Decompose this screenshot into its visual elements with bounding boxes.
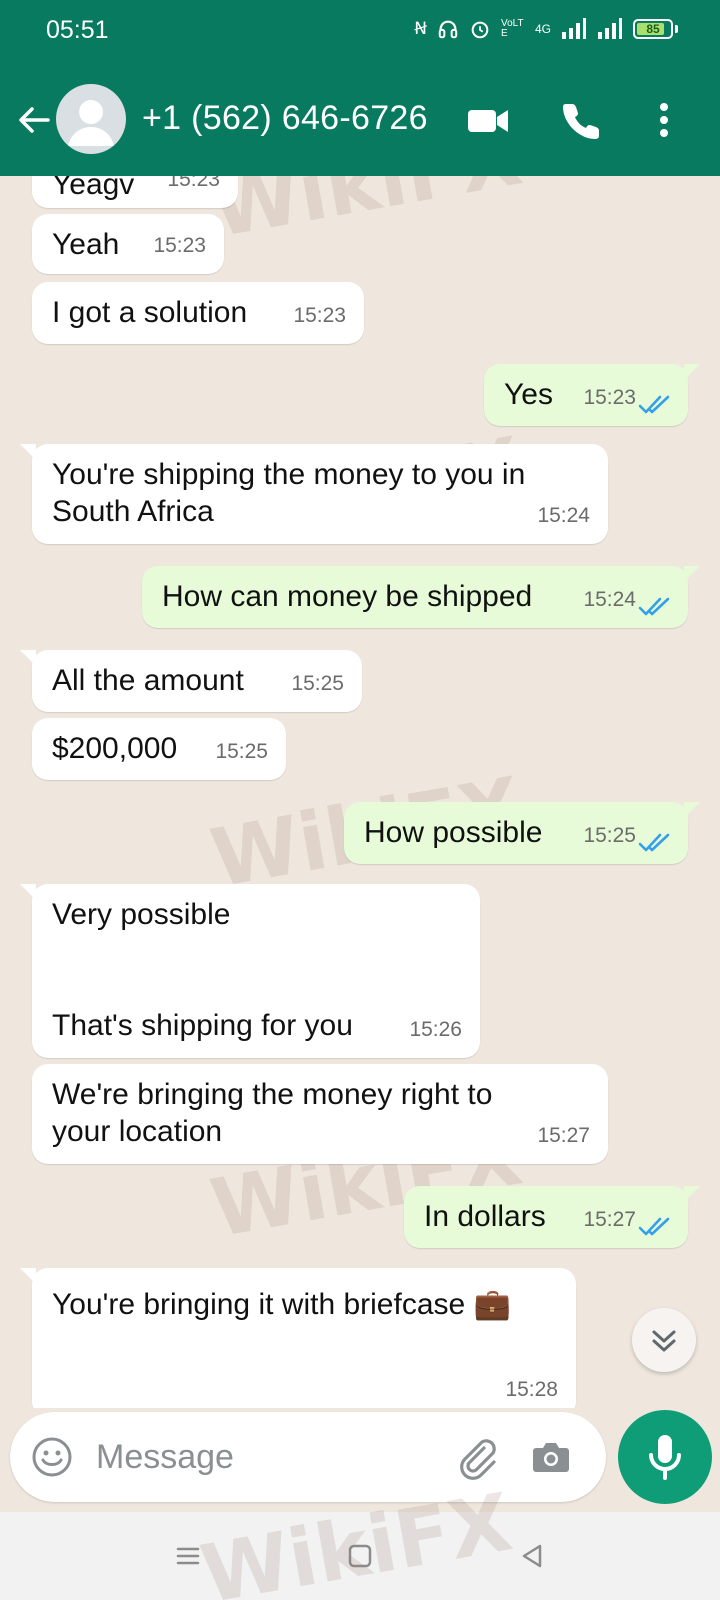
- bubble-tail: [684, 1186, 700, 1202]
- message-text: We're bringing the money right to your l…: [52, 1078, 493, 1148]
- message-bubble-incoming[interactable]: You're shipping the money to you in Sout…: [20, 444, 608, 544]
- nfc-icon: Ꞥ: [414, 19, 427, 38]
- message-time: 15:24: [537, 504, 590, 527]
- message-time: 15:28: [505, 1378, 558, 1401]
- signal-icon: [562, 18, 586, 39]
- scroll-to-bottom-button[interactable]: [632, 1308, 696, 1372]
- read-receipt-icon: [638, 395, 670, 414]
- read-receipt-icon: [638, 1217, 670, 1236]
- message-time: 15:23: [293, 304, 346, 327]
- chat-header: +1 (562) 646-6726: [0, 64, 720, 176]
- more-options-icon[interactable]: [642, 98, 686, 142]
- status-icons: Ꞥ VoLTE 4G 85: [414, 18, 678, 40]
- battery-icon: 85: [633, 19, 673, 39]
- alarm-icon: [471, 21, 489, 39]
- message-bubble-incoming[interactable]: $200,000 15:25: [32, 718, 286, 780]
- message-time: 15:25: [583, 824, 636, 847]
- watermark: WikiFX: [204, 176, 529, 256]
- bubble-tail: [684, 566, 700, 582]
- home-icon[interactable]: [344, 1540, 376, 1572]
- battery-tip: [675, 25, 678, 33]
- voice-call-icon[interactable]: [560, 98, 604, 142]
- bubble-tail: [20, 884, 36, 900]
- system-navigation-bar: WikiFX: [0, 1476, 720, 1600]
- message-time: 15:25: [215, 740, 268, 763]
- video-call-icon[interactable]: [466, 98, 510, 142]
- contact-name[interactable]: +1 (562) 646-6726: [142, 99, 428, 138]
- read-receipt-icon: [638, 597, 670, 616]
- attach-icon[interactable]: [454, 1434, 500, 1480]
- message-bubble-incoming[interactable]: Very possible That's shipping for you 15…: [20, 884, 480, 1058]
- bubble-tail: [20, 444, 36, 460]
- message-bubble-incoming[interactable]: We're bringing the money right to your l…: [32, 1064, 608, 1164]
- back-icon[interactable]: [516, 1540, 548, 1572]
- battery-level: 85: [646, 22, 660, 36]
- message-time: 15:26: [409, 1018, 462, 1041]
- signal-icon-2: [598, 18, 622, 39]
- message-bubble-incoming[interactable]: I got a solution 15:23: [32, 282, 364, 344]
- chat-area[interactable]: WikiFX WikiFX WikiFX WikiFX Yeagv 15:23 …: [0, 176, 720, 1408]
- default-avatar-icon: [68, 100, 114, 146]
- message-bubble-outgoing[interactable]: How can money be shipped 15:24: [142, 566, 700, 628]
- avatar[interactable]: [56, 84, 126, 154]
- message-bubble-incoming[interactable]: All the amount 15:25: [20, 650, 362, 712]
- bubble-tail: [684, 364, 700, 380]
- message-time: 15:25: [291, 672, 344, 695]
- message-bubble-outgoing[interactable]: How possible 15:25: [344, 802, 700, 864]
- message-time: 15:27: [583, 1208, 636, 1231]
- headphones-icon: [438, 20, 458, 39]
- message-composer: [10, 1412, 606, 1502]
- status-bar: 05:51 Ꞥ VoLTE 4G 85: [0, 0, 720, 64]
- read-receipt-icon: [638, 833, 670, 852]
- message-bubble-outgoing[interactable]: In dollars 15:27: [404, 1186, 700, 1248]
- status-time: 05:51: [46, 16, 109, 44]
- message-text: Very possible That's shipping for you: [52, 898, 353, 1042]
- message-bubble-outgoing[interactable]: Yes 15:23: [484, 364, 700, 426]
- message-bubble-incoming[interactable]: Yeagv 15:23: [32, 176, 238, 208]
- message-time: 15:24: [583, 588, 636, 611]
- network-type-icon: 4G: [534, 22, 551, 36]
- message-text: You're shipping the money to you in Sout…: [52, 458, 526, 528]
- message-time: 15:23: [153, 234, 206, 257]
- volte-icon: VoLTE: [500, 18, 524, 39]
- camera-icon[interactable]: [528, 1434, 574, 1480]
- emoji-icon[interactable]: [30, 1435, 74, 1479]
- double-chevron-down-icon: [652, 1330, 676, 1352]
- bubble-tail: [684, 802, 700, 818]
- message-time: 15:23: [583, 386, 636, 409]
- message-text: You're bringing it with briefcase 💼: [52, 1288, 511, 1321]
- message-bubble-incoming[interactable]: You're bringing it with briefcase 💼 15:2…: [20, 1268, 576, 1408]
- message-time: 15:27: [537, 1124, 590, 1147]
- voice-message-button[interactable]: [618, 1410, 712, 1504]
- bubble-tail: [20, 650, 36, 666]
- message-input[interactable]: [96, 1434, 416, 1480]
- recent-apps-icon[interactable]: [172, 1540, 204, 1572]
- message-bubble-incoming[interactable]: Yeah 15:23: [32, 214, 224, 274]
- bubble-tail: [20, 1268, 36, 1284]
- back-arrow-icon[interactable]: [14, 100, 54, 140]
- message-time: 15:23: [167, 176, 220, 191]
- microphone-icon: [649, 1435, 681, 1480]
